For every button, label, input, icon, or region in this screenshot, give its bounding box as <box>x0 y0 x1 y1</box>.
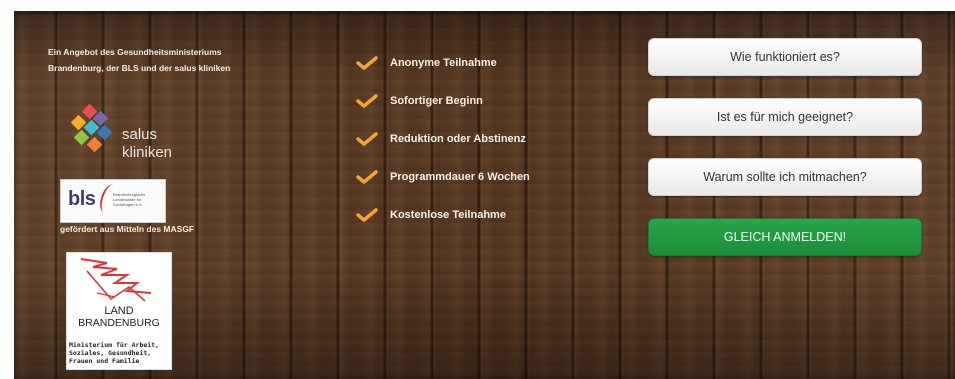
register-now-button[interactable]: GLEICH ANMELDEN! <box>648 218 922 256</box>
salus-kliniken-logo: salus kliniken <box>65 103 205 164</box>
is-it-suitable-button[interactable]: Ist es für mich geeignet? <box>648 98 922 136</box>
feature-item: Anonyme Teilnahme <box>356 44 606 82</box>
feature-list: Anonyme Teilnahme Sofortiger Beginn Redu… <box>356 44 606 234</box>
action-buttons: Wie funktioniert es? Ist es für mich gee… <box>648 38 924 278</box>
feature-label: Reduktion oder Abstinenz <box>390 133 526 145</box>
checkmark-icon <box>356 94 378 108</box>
checkmark-icon <box>356 56 378 70</box>
feature-item: Programmdauer 6 Wochen <box>356 158 606 196</box>
salus-logo-line-2: kliniken <box>122 144 173 161</box>
intro-line-2: Brandenburg, der BLS und der salus klini… <box>48 63 231 73</box>
funding-note: gefördert aus Mitteln des MASGF <box>60 224 195 234</box>
brandenburg-ministry: Ministerium für Arbeit, Soziales, Gesund… <box>69 341 169 365</box>
salus-logo-text: salus kliniken <box>122 126 172 162</box>
feature-label: Anonyme Teilnahme <box>390 57 497 69</box>
how-it-works-button[interactable]: Wie funktioniert es? <box>648 38 922 76</box>
brandenburg-title-line-2: BRANDENBURG <box>78 317 160 329</box>
bls-logo: bls Brandenburgische Landesstelle für Su… <box>60 179 166 223</box>
checkmark-icon <box>356 170 378 184</box>
checkmark-icon <box>356 208 378 222</box>
brandenburg-ministry-line-1: Ministerium für Arbeit, <box>69 341 160 349</box>
salus-logo-line-1: salus <box>122 126 158 143</box>
bls-logo-subtext: Brandenburgische Landesstelle für Suchtf… <box>113 192 146 207</box>
feature-item: Kostenlose Teilnahme <box>356 196 606 234</box>
brandenburg-ministry-line-3: Frauen und Familie <box>69 357 140 365</box>
brandenburg-eagle-icon <box>80 258 152 302</box>
feature-item: Sofortiger Beginn <box>356 82 606 120</box>
brandenburg-title: LAND BRANDENBURG <box>67 305 171 329</box>
feature-label: Kostenlose Teilnahme <box>390 209 506 221</box>
brandenburg-ministry-line-2: Soziales, Gesundheit, <box>69 349 152 357</box>
salus-logo-diamond <box>86 136 103 153</box>
feature-item: Reduktion oder Abstinenz <box>356 120 606 158</box>
brandenburg-title-line-1: LAND <box>104 305 134 317</box>
intro-line-1: Ein Angebot des Gesundheitsministeriums <box>48 47 222 57</box>
checkmark-icon <box>356 132 378 146</box>
bls-logo-text: bls <box>68 188 96 210</box>
why-participate-button[interactable]: Warum sollte ich mitmachen? <box>648 158 922 196</box>
feature-label: Sofortiger Beginn <box>390 95 483 107</box>
land-brandenburg-logo: LAND BRANDENBURG Ministerium für Arbeit,… <box>66 252 172 370</box>
feature-label: Programmdauer 6 Wochen <box>390 171 530 183</box>
intro-text: Ein Angebot des Gesundheitsministeriums … <box>48 44 298 76</box>
